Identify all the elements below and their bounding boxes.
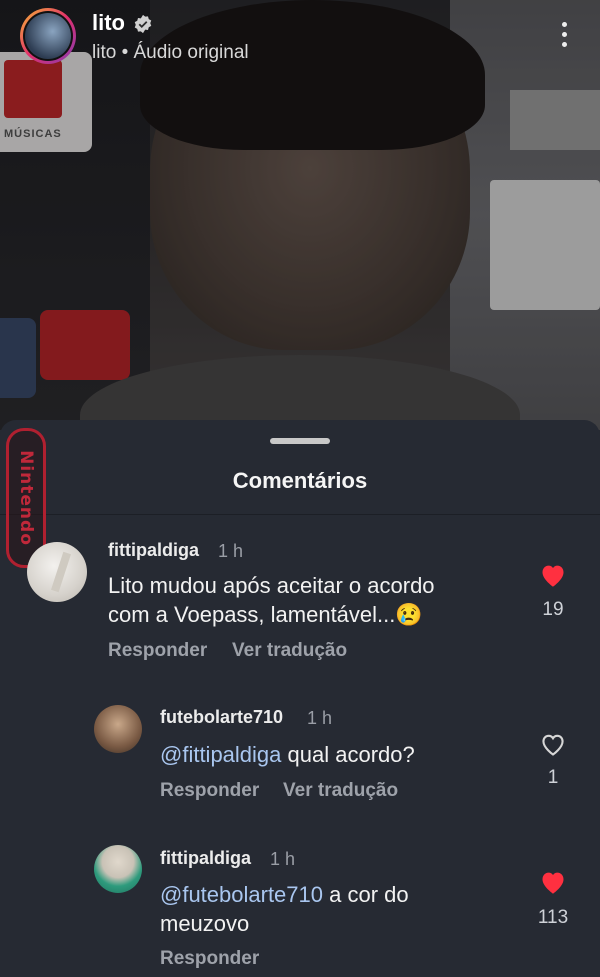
like-count: 19 — [542, 599, 564, 620]
comment-username[interactable]: fittipaldiga — [108, 540, 199, 561]
comment-text: Lito mudou após aceitar o acordo com a V… — [108, 573, 435, 627]
translate-button[interactable]: Ver tradução — [283, 780, 398, 802]
reply-button[interactable]: Responder — [160, 780, 259, 802]
heart-outline-icon[interactable] — [539, 731, 567, 757]
audio-subtitle[interactable]: lito • Áudio original — [92, 42, 249, 64]
heart-filled-icon[interactable] — [539, 869, 567, 895]
drag-handle[interactable] — [270, 438, 330, 444]
reply-button[interactable]: Responder — [108, 640, 207, 662]
commenter-avatar[interactable] — [94, 705, 142, 753]
comment-username[interactable]: fittipaldiga — [160, 848, 251, 869]
comment-time: 1 h — [270, 849, 296, 869]
comment-username[interactable]: futebolarte710 — [160, 707, 283, 728]
reel-header: lito lito • Áudio original — [0, 0, 600, 80]
divider — [0, 514, 600, 515]
mention-link[interactable]: @fittipaldiga — [160, 742, 281, 767]
like-count: 1 — [547, 767, 559, 788]
profile-avatar[interactable] — [20, 8, 76, 64]
commenter-avatar[interactable] — [94, 845, 142, 893]
like-count: 113 — [537, 907, 569, 928]
profile-username[interactable]: lito — [92, 10, 125, 36]
heart-filled-icon[interactable] — [539, 562, 567, 588]
comment-time: 1 h — [218, 541, 244, 561]
more-options-icon[interactable] — [552, 22, 576, 52]
comment-text: @futebolarte710 a cor do meuzovo — [160, 882, 409, 936]
verified-badge-icon — [134, 14, 152, 34]
comment-text: @fittipaldiga qual acordo? — [160, 742, 415, 767]
commenter-avatar[interactable] — [27, 542, 87, 602]
comments-title: Comentários — [232, 468, 368, 493]
translate-button[interactable]: Ver tradução — [232, 640, 347, 662]
reply-button[interactable]: Responder — [160, 948, 259, 970]
mention-link[interactable]: @futebolarte710 — [160, 882, 323, 907]
comment-time: 1 h — [307, 708, 333, 728]
